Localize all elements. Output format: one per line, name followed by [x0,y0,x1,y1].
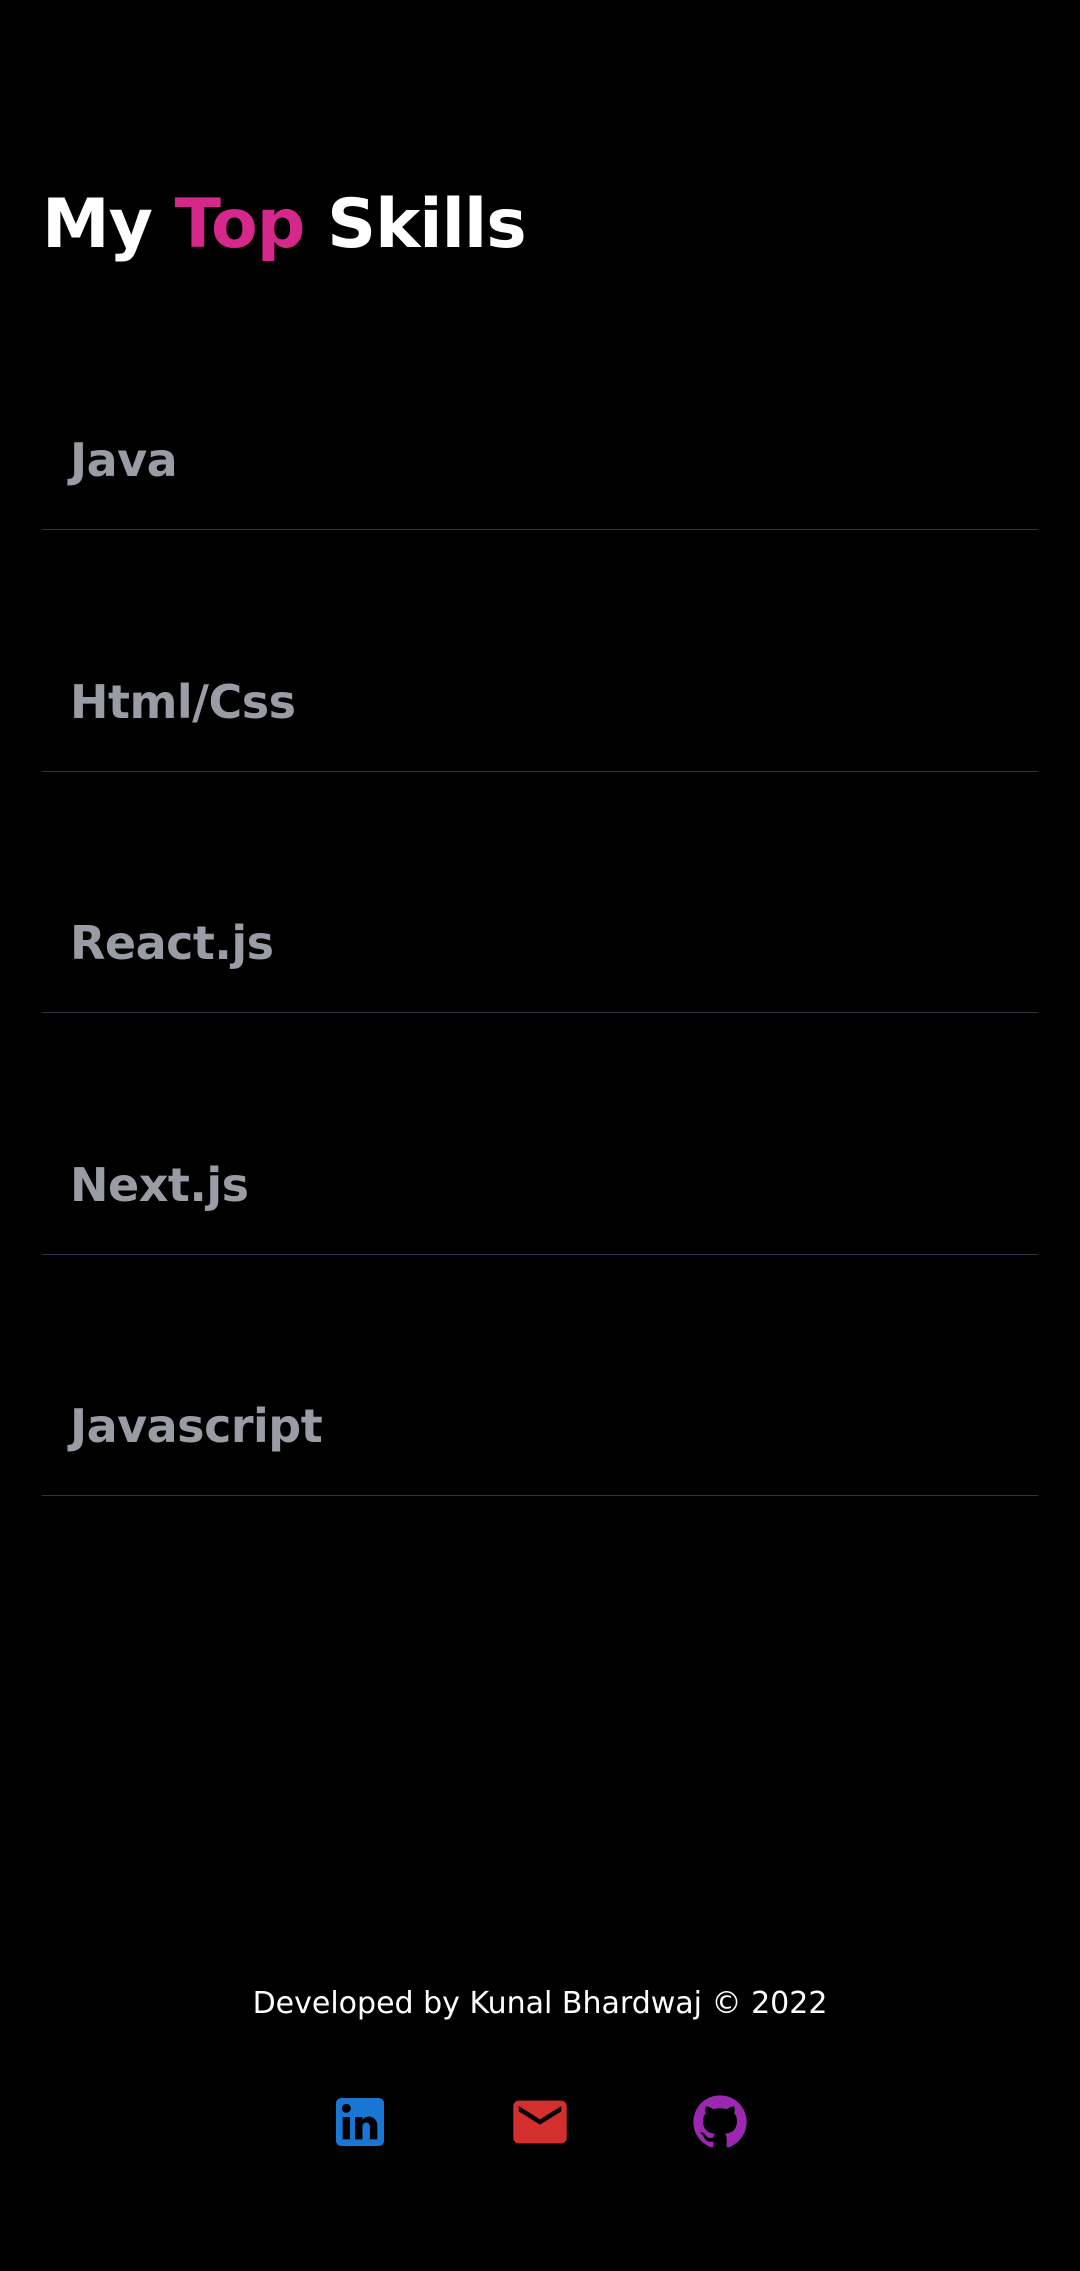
skill-item-next: Next.js [42,1015,1038,1255]
title-part-skills: Skills [304,185,527,264]
skill-label: React.js [70,916,274,970]
mail-link[interactable] [508,2090,572,2154]
footer-credit: Developed by Kunal Bhardwaj © 2022 [252,1986,828,2021]
skills-list: Java Html/Css React.js Next.js Javascrip… [42,290,1038,1496]
page-title: My Top Skills [42,180,527,270]
title-accent-top: Top [174,185,306,264]
mail-icon [513,2100,567,2144]
skill-item-javascript: Javascript [42,1256,1038,1496]
skill-item-java: Java [42,290,1038,530]
skill-item-react: React.js [42,773,1038,1013]
linkedin-link[interactable] [328,2090,392,2154]
skill-label: Html/Css [70,674,296,729]
skill-label: Javascript [70,1399,323,1453]
linkedin-icon [336,2098,384,2146]
skill-item-html-css: Html/Css [42,532,1038,772]
title-part-my: My [42,185,175,264]
github-link[interactable] [688,2090,752,2154]
github-icon [693,2095,747,2148]
skill-label: Next.js [70,1157,249,1212]
skill-label: Java [70,433,178,487]
